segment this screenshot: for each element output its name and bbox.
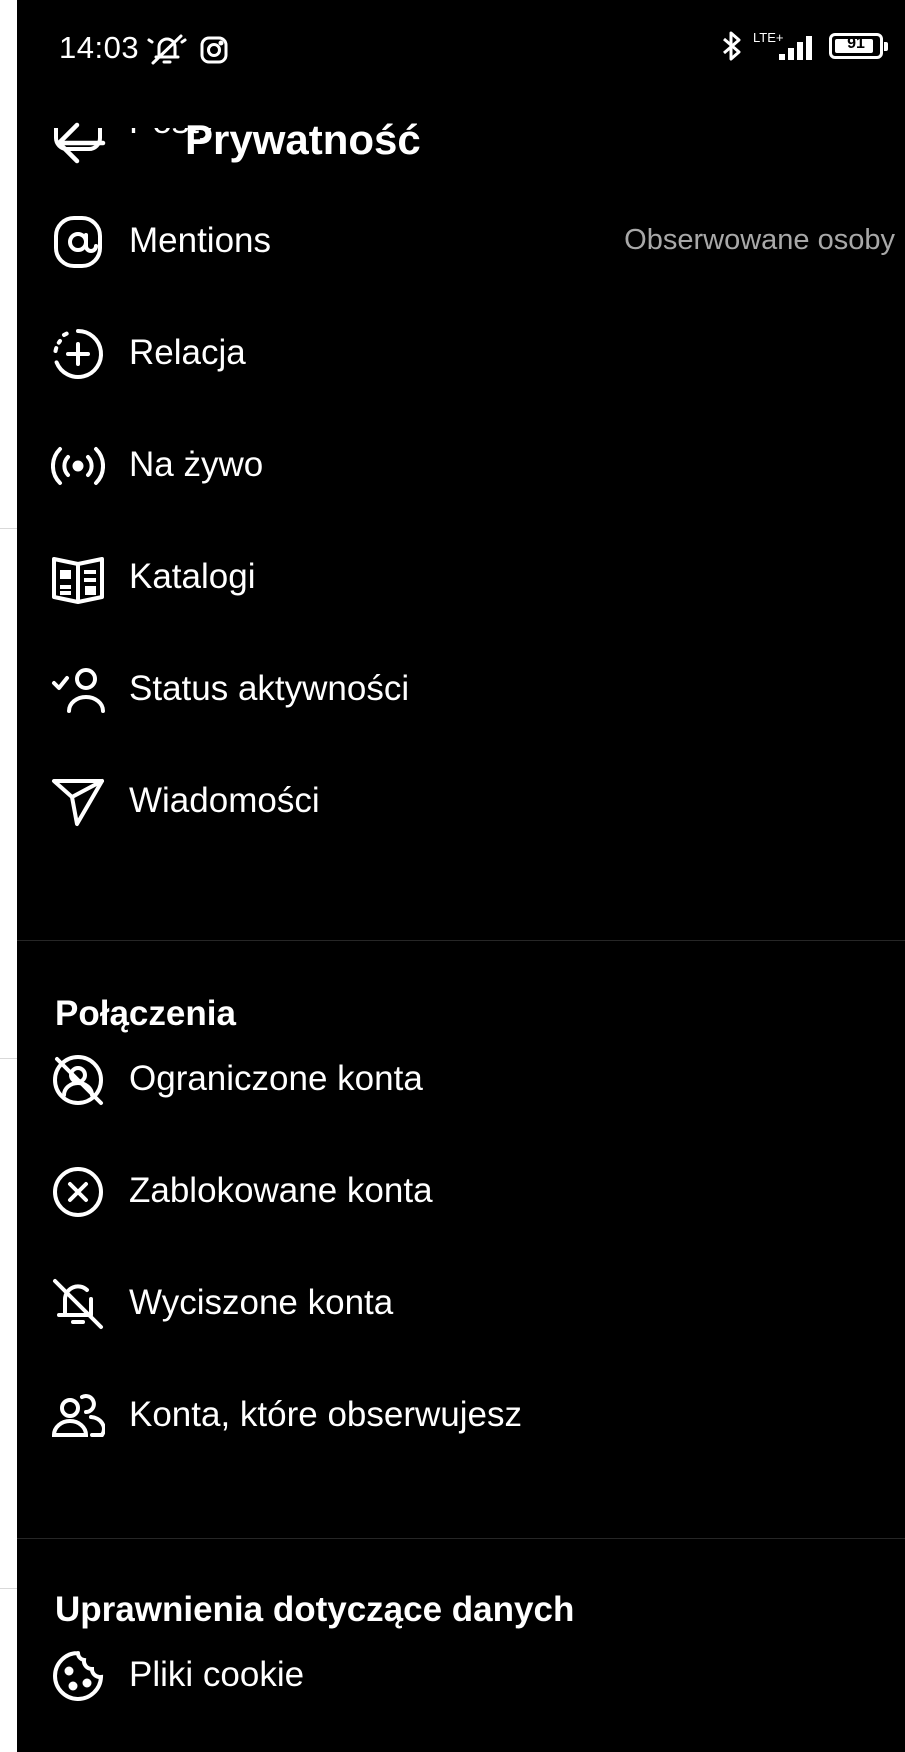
list-item-posts[interactable]: Posty — [17, 128, 905, 162]
list-item-label: Relacja — [129, 333, 246, 372]
list-item-label: Konta, które obserwujesz — [129, 1395, 522, 1434]
catalog-book-icon — [51, 551, 105, 605]
blocked-icon — [51, 1165, 105, 1219]
list-item-label: Katalogi — [129, 557, 256, 596]
bluetooth-icon — [721, 29, 743, 63]
edge-mark — [0, 528, 17, 529]
muted-notification-icon — [147, 32, 187, 68]
list-item-label: Wiadomości — [129, 781, 320, 820]
list-item-label: Status aktywności — [129, 669, 410, 708]
list-item-live[interactable]: Na żywo — [17, 410, 905, 522]
activity-status-icon — [51, 663, 105, 717]
list-item-activity-status[interactable]: Status aktywności — [17, 634, 905, 746]
list-item-restricted-accounts[interactable]: Ograniczone konta — [17, 1024, 905, 1136]
posts-icon — [51, 128, 105, 154]
list-item-messages[interactable]: Wiadomości — [17, 746, 905, 858]
status-right-icons: LTE+ 91 — [721, 28, 888, 64]
list-item-cookies[interactable]: Pliki cookie — [17, 1620, 905, 1732]
status-left-icons — [147, 32, 229, 68]
list-item-label: Na żywo — [129, 445, 264, 484]
edge-mark — [0, 1588, 17, 1589]
list-item-story[interactable]: Relacja — [17, 298, 905, 410]
list-item-muted-accounts[interactable]: Wyciszone konta — [17, 1248, 905, 1360]
edge-mark — [0, 1058, 17, 1059]
section-divider — [17, 1538, 905, 1539]
list-item-label: Mentions — [129, 221, 272, 260]
cellular-signal: LTE+ — [753, 28, 819, 64]
battery-icon: 91 — [829, 33, 888, 59]
following-users-icon — [51, 1389, 105, 1443]
instagram-notification-icon — [199, 35, 229, 65]
section-divider — [17, 940, 905, 941]
privacy-screen: 14:03 LTE+ 91 Prywatność Mentions Obserw… — [17, 0, 905, 1752]
at-sign-icon — [51, 215, 105, 269]
battery-tip — [884, 42, 888, 51]
story-add-icon — [51, 327, 105, 381]
list-item-label: Wyciszone konta — [129, 1283, 394, 1322]
list-item-following-accounts[interactable]: Konta, które obserwujesz — [17, 1360, 905, 1472]
list-item-catalogs[interactable]: Katalogi — [17, 522, 905, 634]
restricted-icon — [51, 1053, 105, 1107]
cookie-icon — [51, 1649, 105, 1703]
live-broadcast-icon — [51, 439, 105, 493]
list-item-label: Ograniczone konta — [129, 1059, 423, 1098]
battery-level: 91 — [847, 35, 865, 52]
list-item-label: Posty — [129, 128, 217, 142]
paper-plane-icon — [51, 775, 105, 829]
list-item-value: Obserwowane osoby — [624, 224, 895, 256]
list-item-blocked-accounts[interactable]: Zablokowane konta — [17, 1136, 905, 1248]
status-bar: 14:03 LTE+ 91 — [17, 0, 905, 100]
muted-bell-icon — [51, 1277, 105, 1331]
list-item-label: Pliki cookie — [129, 1655, 305, 1694]
list-item-label: Zablokowane konta — [129, 1171, 433, 1210]
list-item-mentions[interactable]: Mentions Obserwowane osoby — [17, 186, 905, 298]
status-time: 14:03 — [59, 30, 140, 65]
